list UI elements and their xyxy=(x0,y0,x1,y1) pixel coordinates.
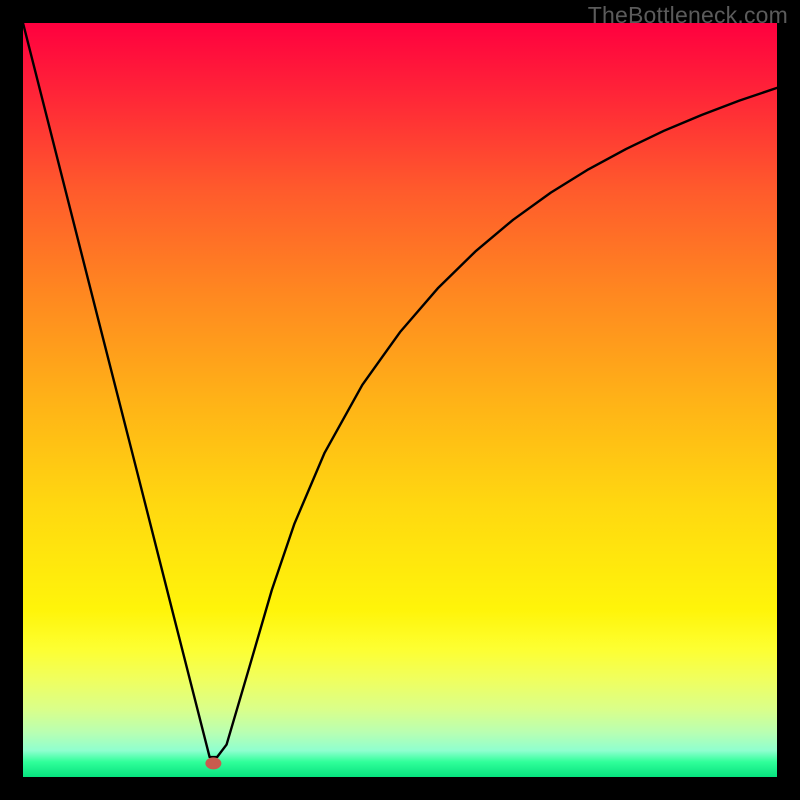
minimum-marker xyxy=(205,757,221,769)
watermark-text: TheBottleneck.com xyxy=(588,2,788,29)
chart-overlay xyxy=(23,23,777,777)
curve-line xyxy=(23,23,777,757)
chart-frame: TheBottleneck.com xyxy=(0,0,800,800)
